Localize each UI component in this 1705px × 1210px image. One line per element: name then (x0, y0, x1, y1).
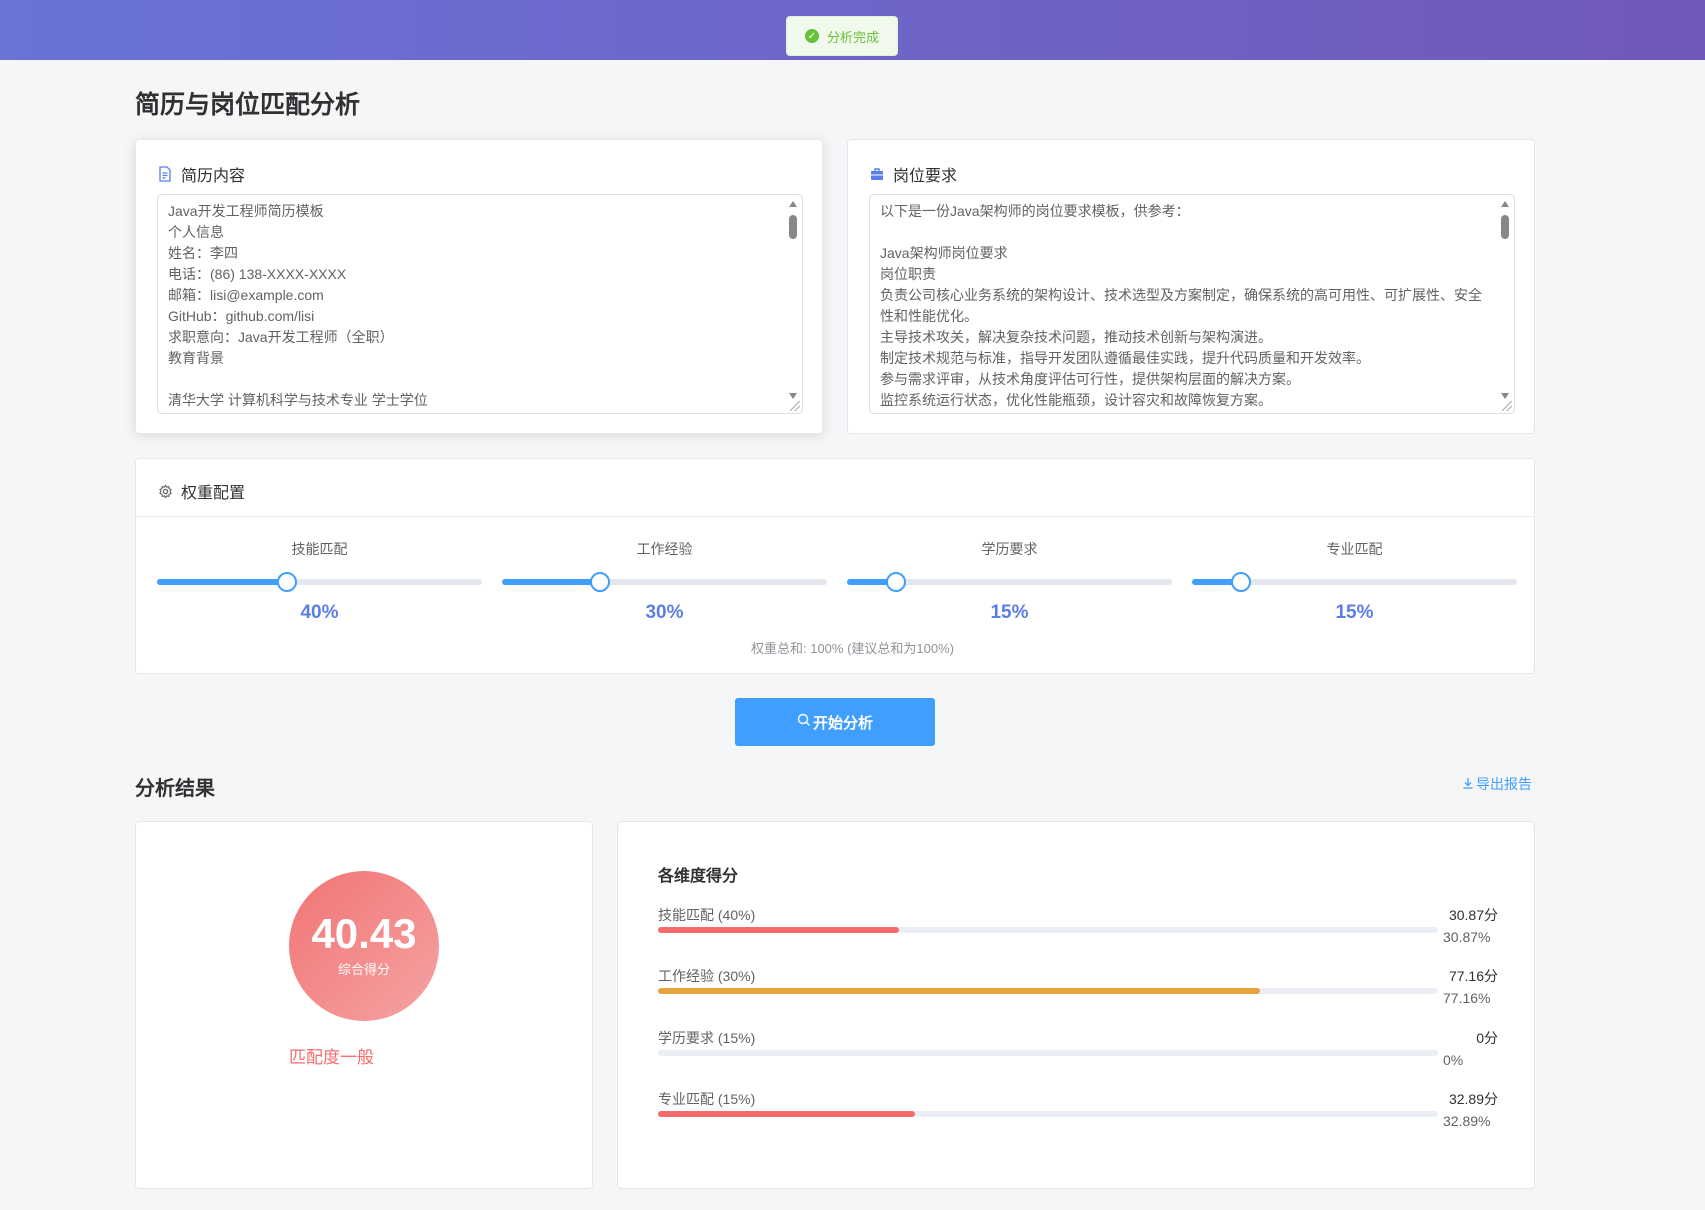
weight-sum-text: 权重总和: 100% (建议总和为100%) (751, 641, 954, 656)
dimension-percent: 0% (1443, 1052, 1464, 1068)
resume-textarea[interactable]: Java开发工程师简历模板 个人信息 姓名：李四 电话：(86) 138-XXX… (157, 194, 803, 414)
scroll-down-icon[interactable] (789, 393, 797, 399)
export-report-link[interactable]: 导出报告 (1462, 774, 1532, 794)
slider-value: 30% (645, 602, 684, 623)
slider-track[interactable] (847, 572, 1172, 592)
dimension-progress-track (658, 927, 1438, 933)
results-title: 分析结果 (135, 778, 215, 800)
slider-value: 15% (990, 602, 1029, 623)
scroll-thumb[interactable] (789, 215, 797, 239)
job-card: 岗位要求 以下是一份Java架构师的岗位要求模板，供参考： Java架构师岗位要… (847, 139, 1535, 434)
resume-text: Java开发工程师简历模板 个人信息 姓名：李四 电话：(86) 138-XXX… (168, 203, 428, 408)
dimension-score: 30.87分 (1448, 907, 1498, 923)
start-analysis-label: 开始分析 (812, 714, 873, 732)
slider-track[interactable] (502, 572, 827, 592)
resume-scrollbar[interactable] (788, 199, 798, 399)
job-card-header: 岗位要求 (869, 162, 957, 186)
toast-text: 分析完成 (826, 29, 879, 45)
download-icon (1462, 776, 1474, 792)
job-scrollbar[interactable] (1500, 199, 1510, 399)
slider-track[interactable] (157, 572, 482, 592)
dimension-name: 专业匹配 (15%) (658, 1091, 756, 1107)
slider-handle[interactable] (1230, 572, 1251, 592)
dimension-name: 工作经验 (30%) (658, 968, 756, 984)
slider-handle[interactable] (885, 572, 906, 592)
dimension-progress-track (658, 988, 1438, 994)
resume-card-title: 简历内容 (181, 168, 246, 185)
scroll-up-icon[interactable] (789, 201, 797, 207)
overall-score-label: 综合得分 (337, 962, 390, 977)
resume-card-header: 简历内容 (157, 162, 245, 186)
dimension-progress-fill (658, 988, 1260, 994)
weight-slider-education: 学历要求 15% (847, 539, 1172, 624)
job-textarea[interactable]: 以下是一份Java架构师的岗位要求模板，供参考： Java架构师岗位要求 岗位职… (869, 194, 1515, 414)
dimension-percent: 30.87% (1443, 929, 1491, 945)
dimension-name: 学历要求 (15%) (658, 1030, 756, 1046)
check-circle-icon: ✓ (804, 29, 819, 43)
scroll-up-icon[interactable] (1501, 201, 1509, 207)
dimension-percent: 77.16% (1443, 990, 1491, 1006)
weights-card-header: 权重配置 (157, 479, 245, 503)
job-text: 以下是一份Java架构师的岗位要求模板，供参考： Java架构师岗位要求 岗位职… (880, 203, 1482, 408)
document-icon (157, 166, 173, 182)
success-toast: ✓ 分析完成 (786, 16, 898, 56)
dimension-row: 专业匹配 (15%) 32.89分 32.89% (658, 1089, 1498, 1139)
export-report-label: 导出报告 (1476, 776, 1532, 792)
slider-track[interactable] (1192, 572, 1517, 592)
scroll-thumb[interactable] (1501, 215, 1509, 239)
weight-slider-skill: 技能匹配 40% (157, 539, 482, 624)
slider-fill (157, 579, 287, 585)
dimension-scores-title: 各维度得分 (658, 868, 739, 885)
dimension-percent: 32.89% (1443, 1113, 1491, 1129)
dimension-row: 技能匹配 (40%) 30.87分 30.87% (658, 905, 1498, 955)
dimension-score: 77.16分 (1448, 968, 1498, 984)
overall-score-card: 40.43 综合得分 匹配度一般 (135, 821, 593, 1189)
job-card-title: 岗位要求 (893, 168, 958, 185)
dimension-name: 技能匹配 (40%) (658, 907, 756, 923)
slider-handle[interactable] (589, 572, 610, 592)
slider-label: 工作经验 (636, 541, 693, 557)
slider-fill (502, 579, 600, 585)
dimension-scores-card: 各维度得分 技能匹配 (40%) 30.87分 30.87% 工作经验 (30%… (617, 821, 1535, 1189)
overall-score: 40.43 (311, 910, 417, 957)
weights-card-title: 权重配置 (181, 485, 246, 502)
dimension-progress-fill (658, 927, 899, 933)
slider-handle[interactable] (277, 572, 297, 592)
resume-card: 简历内容 Java开发工程师简历模板 个人信息 姓名：李四 电话：(86) 13… (135, 139, 823, 434)
search-icon (797, 713, 811, 731)
weights-divider (136, 516, 1534, 517)
dimension-progress-fill (658, 1111, 915, 1117)
slider-label: 学历要求 (981, 541, 1038, 557)
dimension-score: 32.89分 (1448, 1091, 1498, 1107)
gear-icon (157, 483, 173, 499)
dimension-row: 工作经验 (30%) 77.16分 77.16% (658, 966, 1498, 1016)
slider-value: 15% (1335, 602, 1374, 623)
weight-slider-experience: 工作经验 30% (502, 539, 827, 624)
weight-slider-major: 专业匹配 15% (1192, 539, 1517, 624)
page-title: 简历与岗位匹配分析 (135, 91, 361, 119)
briefcase-icon (869, 166, 885, 182)
dimension-row: 学历要求 (15%) 0分 0% (658, 1028, 1498, 1078)
dimension-progress-track (658, 1111, 1438, 1117)
slider-value: 40% (300, 602, 339, 623)
score-circle: 40.43 综合得分 (289, 871, 439, 1021)
slider-label: 专业匹配 (1326, 541, 1383, 557)
dimension-progress-track (658, 1050, 1438, 1056)
dimension-score: 0分 (1476, 1030, 1498, 1046)
resize-handle-icon[interactable] (1502, 401, 1512, 411)
start-analysis-button[interactable]: 开始分析 (735, 698, 935, 746)
match-level: 匹配度一般 (289, 1048, 374, 1067)
resize-handle-icon[interactable] (790, 401, 800, 411)
scroll-down-icon[interactable] (1501, 393, 1509, 399)
slider-label: 技能匹配 (291, 541, 348, 557)
